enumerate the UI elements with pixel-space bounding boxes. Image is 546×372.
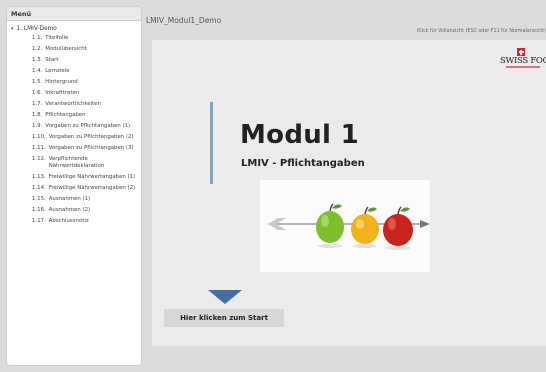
fullscreen-hint[interactable]: Klick für Vollansicht (ESC oder F11 für … [417,29,546,34]
menu-item[interactable]: 1.8. Pflichtangaben [7,112,141,119]
menu-item-number: 1.17. [32,218,46,224]
menu-item-label: Vorgaben zu Pflichtangaben (2) [48,134,134,140]
menu-item-label: Vorgaben zu Pflichtangaben (1) [45,123,131,129]
tree-root-item[interactable]: ▾ 1. LMIV-Demo [7,24,141,35]
main-area: LMIV_Modul1_Demo Klick für Vollansicht (… [146,6,546,372]
menu-item[interactable]: 1.3. Start [7,57,141,64]
menu-item-label: Titelfolie [45,35,69,41]
menu-item-number: 1.12. [32,156,46,162]
menu-item-number: 1.11. [32,145,46,151]
menu-item-label: Start [45,57,59,63]
tree-items: 1.1. Titelfolie 1.2. Modulübersicht 1.3. Star… [7,35,141,225]
menu-item-number: 1.6. [32,90,43,96]
menu-item-label: Hintergrund [45,79,78,85]
down-arrow-icon [208,290,242,304]
slide-title: Modul 1 [240,120,360,150]
menu-item-label: Freiwillige Nährwertangaben (2) [48,185,136,191]
logo-underline [506,66,540,68]
menu-item-label: Verantwortlichkeiten [45,101,101,107]
menu-item-number: 1.8. [32,112,43,118]
menu-item[interactable]: 1.12. Verpflichtende Nährwertdeklaration [7,156,141,170]
menu-item[interactable]: 1.16. Ausnahmen (2) [7,207,141,214]
menu-item-label: Ausnahmen (1) [48,196,91,202]
apples-arrow-illustration [268,203,430,250]
menu-item-number: 1.5. [32,79,43,85]
menu-item[interactable]: 1.4. Lernziele [7,68,141,75]
menu-item-label: Verpflichtende Nährwertdeklaration [48,156,105,169]
menu-item-label: Pflichtangaben [45,112,86,118]
menu-item-number: 1.16. [32,207,46,213]
menu-item[interactable]: 1.9. Vorgaben zu Pflichtangaben (1) [7,123,141,130]
menu-item[interactable]: 1.1. Titelfolie [7,35,141,42]
menu-header: Menü [7,7,141,21]
menu-item[interactable]: 1.2. Modulübersicht [7,46,141,53]
menu-item[interactable]: 1.17. Abschlussnotiz [7,218,141,225]
menu-item-label: Lernziele [45,68,70,74]
menu-item[interactable]: 1.11. Vorgaben zu Pflichtangaben (3) [7,145,141,152]
start-button[interactable]: Hier klicken zum Start [164,309,284,327]
menu-item-number: 1.7. [32,101,43,107]
slide-canvas[interactable]: SWISS FOOD Modul 1 LMIV - Pflichtangaben [152,40,546,346]
menu-item[interactable]: 1.5. Hintergrund [7,79,141,86]
menu-item-label: Inkrafttreten [45,90,80,96]
logo-text: SWISS FOOD [500,56,546,66]
menu-item-label: Freiwillige Nährwertangaben (1) [48,174,136,180]
menu-item[interactable]: 1.15. Ausnahmen (1) [7,196,141,203]
menu-tree: ▾ 1. LMIV-Demo 1.1. Titelfolie 1.2. Modulüb… [7,21,141,225]
menu-item[interactable]: 1.14. Freiwillige Nährwertangaben (2) [7,185,141,192]
menu-item[interactable]: 1.6. Inkrafttreten [7,90,141,97]
swiss-food-logo: SWISS FOOD [500,48,546,70]
menu-item-number: 1.4. [32,68,43,74]
menu-item-number: 1.15. [32,196,46,202]
module-title: LMIV_Modul1_Demo [146,16,222,25]
menu-item-number: 1.10. [32,134,46,140]
menu-item[interactable]: 1.10. Vorgaben zu Pflichtangaben (2) [7,134,141,141]
menu-item-label: Ausnahmen (2) [48,207,91,213]
swiss-cross-icon [517,48,525,56]
menu-item-label: Modulübersicht [45,46,87,52]
menu-item[interactable]: 1.7. Verantwortlichkeiten [7,101,141,108]
sidebar-menu: Menü ▾ 1. LMIV-Demo 1.1. Titelfolie 1.2. Mo… [6,6,142,366]
slide-subtitle: LMIV - Pflichtangaben [241,158,365,169]
menu-item-number: 1.2. [32,46,43,52]
caret-down-icon[interactable]: ▾ [11,26,14,32]
menu-item-number: 1.13. [32,174,46,180]
tree-root-label: 1. LMIV-Demo [16,26,57,32]
title-accent-bar [210,102,213,184]
menu-item-number: 1.1. [32,35,43,41]
menu-item-number: 1.9. [32,123,43,129]
menu-item-label: Vorgaben zu Pflichtangaben (3) [48,145,134,151]
apples-arrow-image [260,180,430,272]
menu-item-number: 1.3. [32,57,43,63]
menu-item-label: Abschlussnotiz [48,218,89,224]
menu-item-number: 1.14. [32,185,46,191]
menu-item[interactable]: 1.13. Freiwillige Nährwertangaben (1) [7,174,141,181]
